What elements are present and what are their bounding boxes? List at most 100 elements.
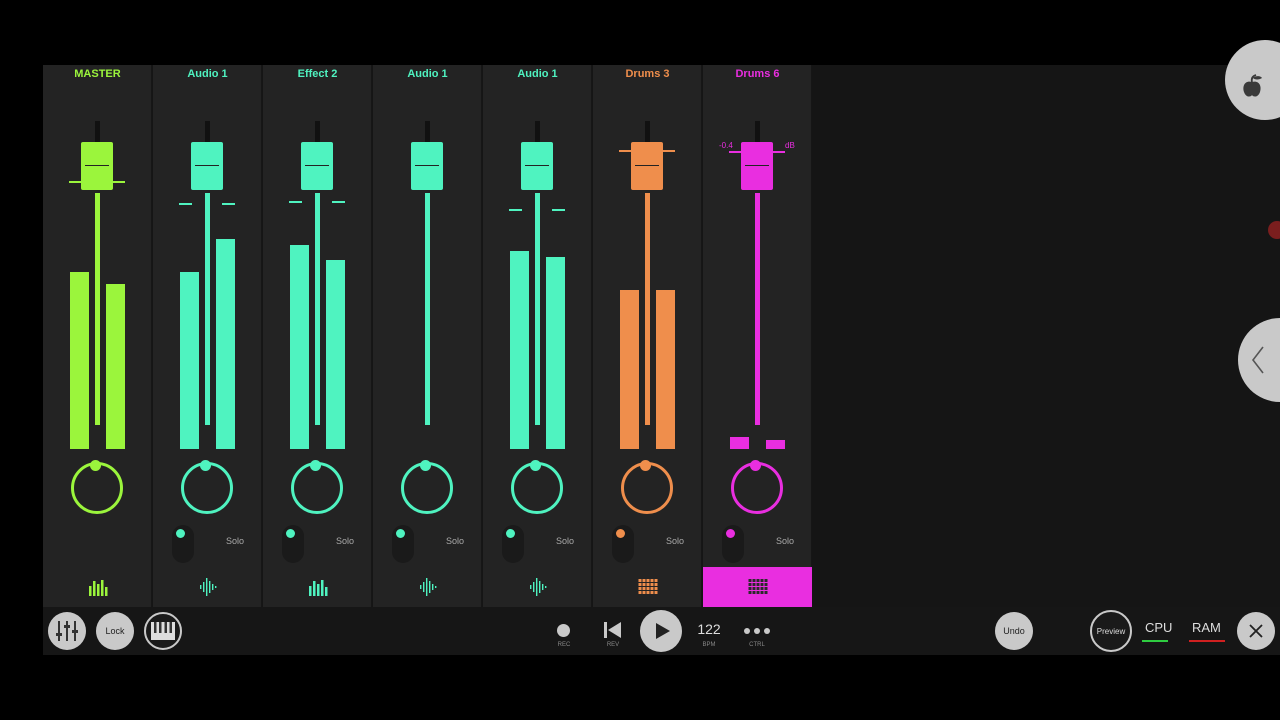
channel-divider — [151, 65, 152, 607]
db-unit: dB — [785, 141, 795, 150]
ctrl-button[interactable]: CTRL — [741, 615, 773, 651]
solo-toggle-knob — [506, 529, 515, 538]
play-button[interactable] — [640, 610, 682, 652]
pan-knob-indicator — [640, 460, 651, 471]
fader-stem — [425, 121, 430, 143]
rec-label: REC — [557, 642, 571, 648]
solo-toggle-knob — [726, 529, 735, 538]
rewind-button[interactable]: REV — [599, 615, 627, 651]
ram-meter[interactable]: RAM — [1189, 613, 1229, 649]
mixer-channel[interactable]: Audio 1 Solo — [483, 65, 592, 607]
fader-handle[interactable] — [191, 142, 223, 190]
fruit-logo-icon — [1243, 74, 1262, 97]
level-meter-right — [766, 440, 785, 449]
undo-label: Undo — [1003, 626, 1025, 636]
ram-label: RAM — [1192, 620, 1221, 635]
mixer-channel[interactable]: Drums 3 Solo — [593, 65, 702, 607]
fader-track[interactable] — [425, 193, 430, 425]
waveform-icon — [529, 578, 546, 596]
grid-icon — [638, 579, 657, 594]
record-icon — [557, 624, 570, 637]
channel-type-button[interactable] — [593, 567, 702, 607]
peak-marker — [332, 201, 345, 203]
fader-handle-line — [745, 165, 769, 166]
fader-stem — [755, 121, 760, 143]
cpu-meter[interactable]: CPU — [1142, 613, 1178, 649]
fader-handle-line — [525, 165, 549, 166]
mixer-channel[interactable]: Drums 6 -0.4 dB Solo — [703, 65, 812, 607]
chevron-left-icon — [1251, 346, 1264, 374]
level-meter-left — [290, 245, 309, 449]
level-meter-left — [730, 437, 749, 449]
mixer-channel[interactable]: Audio 1 Solo — [373, 65, 482, 607]
channel-name[interactable]: Drums 6 — [703, 68, 812, 80]
fader-stem — [315, 121, 320, 143]
fader-handle-line — [305, 165, 329, 166]
pan-knob-indicator — [310, 460, 321, 471]
channel-type-button[interactable] — [153, 567, 262, 607]
bottom-toolbar: Lock REC REV 122 BPM CTRL Undo Preview C… — [43, 607, 1280, 655]
fader-handle[interactable] — [81, 142, 113, 190]
solo-label: Solo — [666, 536, 685, 546]
channel-name[interactable]: Effect 2 — [263, 68, 372, 80]
mixer-channel[interactable]: MASTER — [43, 65, 152, 607]
channel-divider — [701, 65, 702, 607]
channel-type-button[interactable] — [263, 567, 372, 607]
channel-name[interactable]: Drums 3 — [593, 68, 702, 80]
edge-indicator-dot — [1268, 221, 1280, 239]
channel-divider — [811, 65, 812, 607]
bpm-display[interactable]: 122 BPM — [691, 613, 727, 653]
fader-track[interactable] — [95, 193, 100, 425]
fader-track[interactable] — [755, 193, 760, 425]
peak-marker — [289, 201, 302, 203]
preview-button[interactable]: Preview — [1090, 610, 1132, 652]
mixer-button[interactable] — [48, 612, 86, 650]
fader-track[interactable] — [315, 193, 320, 425]
bars-icon — [88, 580, 107, 596]
fader-handle[interactable] — [301, 142, 333, 190]
fader-stem — [95, 121, 100, 143]
bpm-label: BPM — [702, 642, 716, 648]
waveform-icon — [419, 578, 436, 596]
undo-button[interactable]: Undo — [995, 612, 1033, 650]
channel-type-button[interactable] — [373, 567, 482, 607]
fader-handle-line — [195, 165, 219, 166]
channel-name[interactable]: MASTER — [43, 68, 152, 80]
level-meter-right — [656, 290, 675, 449]
mixer-channel[interactable]: Effect 2 Solo — [263, 65, 372, 607]
pan-knob-indicator — [750, 460, 761, 471]
fader-track[interactable] — [535, 193, 540, 425]
channel-type-button[interactable] — [703, 567, 812, 607]
channel-name[interactable]: Audio 1 — [373, 68, 482, 80]
fader-track[interactable] — [645, 193, 650, 425]
level-meter-right — [326, 260, 345, 449]
channel-name[interactable]: Audio 1 — [153, 68, 262, 80]
close-icon — [1249, 624, 1263, 638]
mixer-panel: MASTER Audio 1 Solo Effect 2 Solo Audio 1 Solo… — [43, 65, 813, 607]
fader-stem — [645, 121, 650, 143]
piano-button[interactable] — [144, 612, 182, 650]
record-button[interactable]: REC — [550, 615, 578, 651]
close-button[interactable] — [1237, 612, 1275, 650]
channel-type-button[interactable] — [43, 567, 152, 607]
fader-track[interactable] — [205, 193, 210, 425]
grid-icon — [748, 579, 767, 594]
fader-handle[interactable] — [411, 142, 443, 190]
peak-marker — [772, 151, 785, 153]
fader-handle[interactable] — [521, 142, 553, 190]
channel-divider — [481, 65, 482, 607]
preview-label: Preview — [1096, 626, 1126, 636]
fader-handle[interactable] — [631, 142, 663, 190]
solo-label: Solo — [446, 536, 465, 546]
fader-handle-line — [635, 165, 659, 166]
solo-toggle-knob — [176, 529, 185, 538]
channel-type-button[interactable] — [483, 567, 592, 607]
peak-marker — [509, 209, 522, 211]
lock-button[interactable]: Lock — [96, 612, 134, 650]
fader-handle[interactable] — [741, 142, 773, 190]
level-meter-left — [70, 272, 89, 449]
rev-label: REV — [606, 642, 620, 648]
channel-divider — [261, 65, 262, 607]
channel-name[interactable]: Audio 1 — [483, 68, 592, 80]
mixer-channel[interactable]: Audio 1 Solo — [153, 65, 262, 607]
